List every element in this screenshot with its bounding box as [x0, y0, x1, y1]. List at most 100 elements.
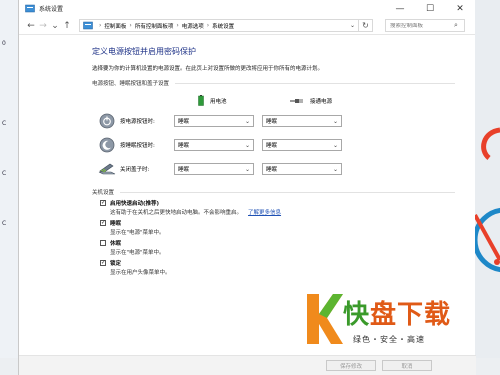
option-label: 睡眠: [110, 221, 122, 227]
group-title: 电源按钮、睡眠按钮和盖子设置: [92, 81, 170, 87]
breadcrumb-item[interactable]: 系统设置: [212, 22, 234, 30]
title-bar: 系统设置 — ☐ ✕: [19, 0, 475, 17]
divider: [120, 191, 455, 193]
main-content: 定义电源按钮并启用密码保护 选择要为你的计算机设置的电源设置。在此页上对设置所做…: [19, 46, 475, 276]
select-value: 睡眠: [266, 143, 278, 149]
column-battery: 用电池: [198, 95, 290, 106]
chevron-down-icon: ⌄: [244, 165, 250, 173]
battery-icon: [198, 95, 204, 106]
watermark-brand: 快盘下载: [343, 294, 451, 331]
option-description: 这有助于在关机之后更快地启动电脑。不会影响重启。 了解更多信息: [92, 208, 475, 216]
maximize-button[interactable]: ☐: [415, 0, 445, 17]
learn-more-link[interactable]: 了解更多信息: [248, 210, 281, 216]
column-battery-label: 用电池: [210, 98, 227, 105]
divider: [175, 82, 455, 84]
watermark-brand-b: 盘下载: [370, 300, 452, 330]
desktop-char: C: [2, 170, 7, 177]
desktop-char: C: [2, 220, 7, 227]
chevron-down-icon: ⌄: [332, 165, 338, 173]
window-title: 系统设置: [39, 6, 64, 13]
watermark-brand-a: 快: [343, 300, 371, 330]
chevron-right-icon: ›: [99, 22, 102, 29]
chevron-down-icon: ⌄: [332, 141, 338, 149]
option-description: 显示在"电源"菜单中。: [110, 250, 165, 256]
page-title: 定义电源按钮并启用密码保护: [92, 47, 196, 56]
desktop-char: C: [2, 120, 7, 127]
row-label: 按电源按钮时:: [120, 119, 155, 125]
fast-startup-checkbox[interactable]: ✓: [100, 200, 106, 206]
control-panel-icon: [25, 4, 35, 13]
option-desc-text: 这有助于在关机之后更快地启动电脑。不会影响重启。: [110, 210, 243, 216]
cancel-button[interactable]: 取消: [382, 360, 432, 371]
control-panel-icon: [83, 21, 93, 30]
hibernate-checkbox[interactable]: [100, 240, 106, 246]
lid-close-plugged-select[interactable]: 睡眠 ⌄: [262, 163, 342, 175]
desktop-left-strip: 0 C C C: [0, 0, 18, 375]
page-description: 选择要为你的计算机设置的电源设置。在此页上对设置所做的更改将应用于你所有的电源计…: [92, 66, 324, 72]
chevron-down-icon: ⌄: [244, 141, 250, 149]
minimize-button[interactable]: —: [385, 0, 415, 17]
search-input[interactable]: [390, 22, 454, 29]
back-arrow-icon[interactable]: ←: [25, 19, 37, 33]
row-label: 关闭盖子时:: [120, 167, 150, 173]
search-icon[interactable]: ⌕: [454, 21, 458, 30]
up-arrow-icon[interactable]: ↑: [61, 19, 73, 33]
refresh-icon[interactable]: ↻: [359, 19, 373, 32]
footer-bar: 保存修改 取消: [19, 355, 476, 375]
watermark-logo: 快盘下载 绿色・安全・高速: [303, 290, 473, 350]
fast-startup-option: ✓ 启用快速启动(推荐) 这有助于在关机之后更快地启动电脑。不会影响重启。 了解更…: [92, 199, 475, 216]
desktop-char: 0: [2, 40, 6, 47]
power-button-plugged-select[interactable]: 睡眠 ⌄: [262, 115, 342, 127]
chevron-right-icon: ›: [206, 22, 210, 29]
group-header-buttons: 电源按钮、睡眠按钮和盖子设置: [92, 79, 475, 87]
breadcrumb-item[interactable]: 电源选项: [182, 22, 204, 30]
power-button-battery-select[interactable]: 睡眠 ⌄: [174, 115, 254, 127]
chevron-right-icon: ›: [176, 22, 179, 29]
lock-option: ✓ 锁定 显示在用户头像菜单中。: [92, 259, 475, 276]
group-title: 关机设置: [92, 190, 115, 196]
option-description: 显示在"电源"菜单中。: [110, 230, 165, 236]
sleep-button-plugged-select[interactable]: 睡眠 ⌄: [262, 139, 342, 151]
power-button-row: 按电源按钮时: 睡眠 ⌄ 睡眠 ⌄: [92, 112, 475, 130]
group-header-shutdown: 关机设置: [92, 188, 475, 196]
option-label: 休眠: [110, 241, 122, 247]
column-plugged: 接通电源: [290, 95, 382, 106]
sleep-option: ✓ 睡眠 显示在"电源"菜单中。: [92, 219, 475, 236]
sleep-checkbox[interactable]: ✓: [100, 220, 106, 226]
desktop-right-strip: [475, 0, 500, 375]
sleep-button-battery-select[interactable]: 睡眠 ⌄: [174, 139, 254, 151]
lock-checkbox[interactable]: ✓: [100, 260, 106, 266]
watermark-tagline: 绿色・安全・高速: [353, 335, 425, 344]
chevron-down-icon: ⌄: [244, 117, 250, 125]
sleep-moon-icon: [98, 136, 116, 154]
recent-locations-icon[interactable]: ⌄: [49, 19, 61, 33]
breadcrumb-item[interactable]: 所有控制面板项: [135, 22, 174, 30]
lid-close-battery-select[interactable]: 睡眠 ⌄: [174, 163, 254, 175]
forward-arrow-icon[interactable]: →: [37, 19, 49, 33]
close-button[interactable]: ✕: [445, 0, 475, 17]
select-value: 睡眠: [266, 167, 278, 173]
breadcrumb-item[interactable]: 控制面板: [104, 22, 126, 30]
search-box[interactable]: ⌕: [385, 19, 465, 32]
column-plugged-label: 接通电源: [310, 98, 333, 105]
select-value: 睡眠: [178, 167, 190, 173]
column-headers: 用电池 接通电源: [92, 95, 475, 106]
chevron-down-icon: ⌄: [332, 117, 338, 125]
select-value: 睡眠: [178, 143, 190, 149]
option-description: 显示在用户头像菜单中。: [110, 270, 171, 276]
breadcrumb[interactable]: › 控制面板 › 所有控制面板项 › 电源选项 › 系统设置 ⌄: [79, 19, 359, 32]
hibernate-option: 休眠 显示在"电源"菜单中。: [92, 239, 475, 256]
power-plug-icon: [290, 98, 303, 103]
row-label: 按睡眠按钮时:: [120, 143, 155, 149]
power-button-icon: [98, 112, 116, 130]
select-value: 睡眠: [178, 119, 190, 125]
option-label: 启用快速启动(推荐): [110, 201, 160, 207]
laptop-lid-icon: [98, 160, 116, 178]
save-button[interactable]: 保存修改: [326, 360, 376, 371]
chevron-down-icon[interactable]: ⌄: [350, 22, 355, 29]
sleep-button-row: 按睡眠按钮时: 睡眠 ⌄ 睡眠 ⌄: [92, 136, 475, 154]
chevron-right-icon: ›: [129, 22, 132, 29]
address-bar: ← → ⌄ ↑ › 控制面板 › 所有控制面板项 › 电源选项 › 系统设置 ⌄…: [19, 17, 475, 35]
option-label: 锁定: [110, 261, 122, 267]
select-value: 睡眠: [266, 119, 278, 125]
